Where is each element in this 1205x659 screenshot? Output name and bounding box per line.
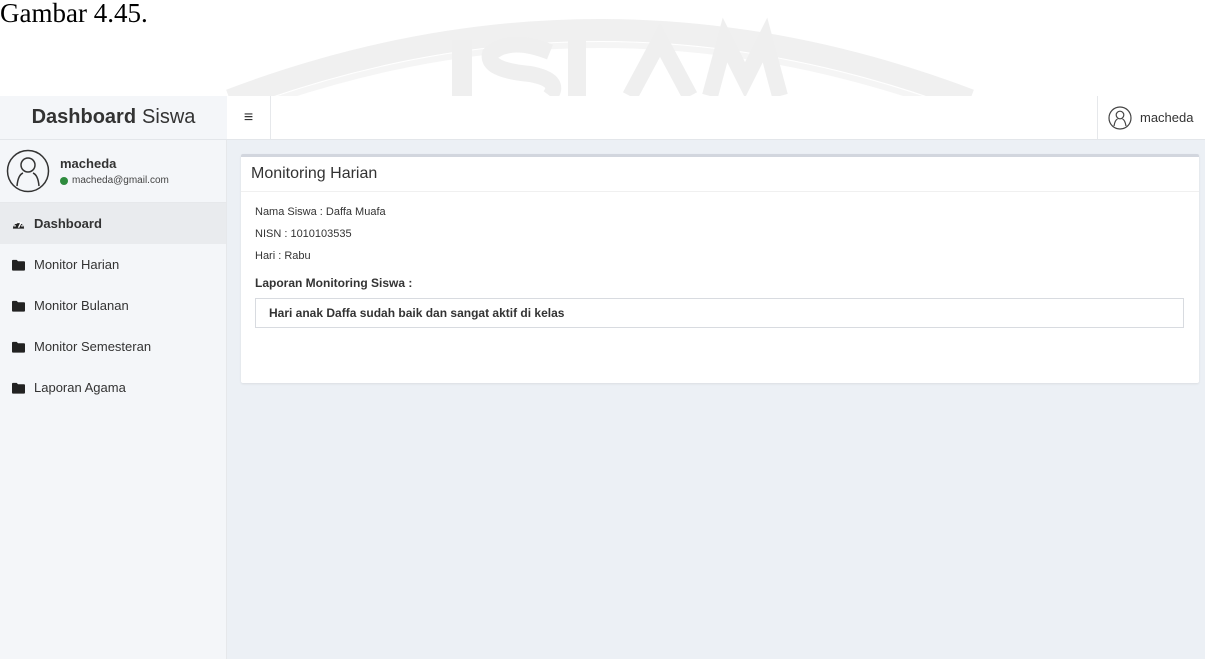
watermark-logo (226, 17, 974, 100)
sidebar-item-label: Monitor Harian (34, 257, 120, 272)
card-body: Nama Siswa : Daffa Muafa NISN : 10101035… (241, 192, 1199, 338)
sidebar-item-label: Laporan Agama (34, 380, 126, 395)
topbar-username: macheda (1140, 110, 1194, 125)
brand-bold: Dashboard (31, 106, 137, 128)
user-email: macheda@gmail.com (60, 175, 169, 186)
sidebar-item-label: Dashboard (34, 216, 102, 231)
main-content: Monitoring Harian Nama Siswa : Daffa Mua… (227, 140, 1205, 659)
sidebar-item-monitor-semesteran[interactable]: Monitor Semesteran (0, 326, 226, 367)
user-name: macheda (60, 156, 117, 171)
sidebar-menu: Dashboard Monitor Harian Monitor Bulanan… (0, 203, 226, 408)
folder-icon (12, 300, 25, 312)
student-nisn: NISN : 1010103535 (255, 228, 352, 240)
top-navbar: ≡ macheda (227, 96, 1205, 140)
sidebar-item-monitor-harian[interactable]: Monitor Harian (0, 244, 226, 285)
hamburger-icon: ≡ (243, 108, 254, 126)
sidebar-item-label: Monitor Bulanan (34, 298, 129, 313)
user-panel: macheda macheda@gmail.com (0, 140, 226, 203)
online-status-icon (60, 176, 68, 185)
dashboard-icon (12, 220, 25, 229)
folder-icon (12, 341, 25, 353)
report-text-field: Hari anak Daffa sudah baik dan sangat ak… (255, 298, 1184, 328)
user-menu-button[interactable]: macheda (1097, 96, 1205, 139)
sidebar-item-dashboard[interactable]: Dashboard (0, 203, 226, 244)
user-avatar-icon (1108, 105, 1132, 130)
sidebar-item-monitor-bulanan[interactable]: Monitor Bulanan (0, 285, 226, 326)
brand-rest: Siswa (142, 106, 196, 128)
monitoring-card: Monitoring Harian Nama Siswa : Daffa Mua… (241, 154, 1199, 383)
report-label: Laporan Monitoring Siswa : (255, 276, 413, 290)
brand-logo[interactable]: Dashboard Siswa (0, 96, 227, 140)
sidebar-item-label: Monitor Semesteran (34, 339, 152, 354)
folder-icon (12, 259, 25, 271)
figure-caption: Gambar 4.45. (0, 0, 148, 28)
avatar (6, 149, 50, 193)
sidebar-item-laporan-agama[interactable]: Laporan Agama (0, 367, 226, 408)
app-window: Dashboard Siswa ≡ macheda macheda mached… (0, 96, 1205, 659)
card-title: Monitoring Harian (241, 157, 1199, 192)
report-day: Hari : Rabu (255, 250, 311, 262)
sidebar: macheda macheda@gmail.com Dashboard Moni… (0, 140, 227, 659)
folder-icon (12, 382, 25, 394)
user-email-text: macheda@gmail.com (72, 175, 169, 186)
student-name: Nama Siswa : Daffa Muafa (255, 206, 386, 218)
sidebar-toggle-button[interactable]: ≡ (227, 96, 271, 139)
